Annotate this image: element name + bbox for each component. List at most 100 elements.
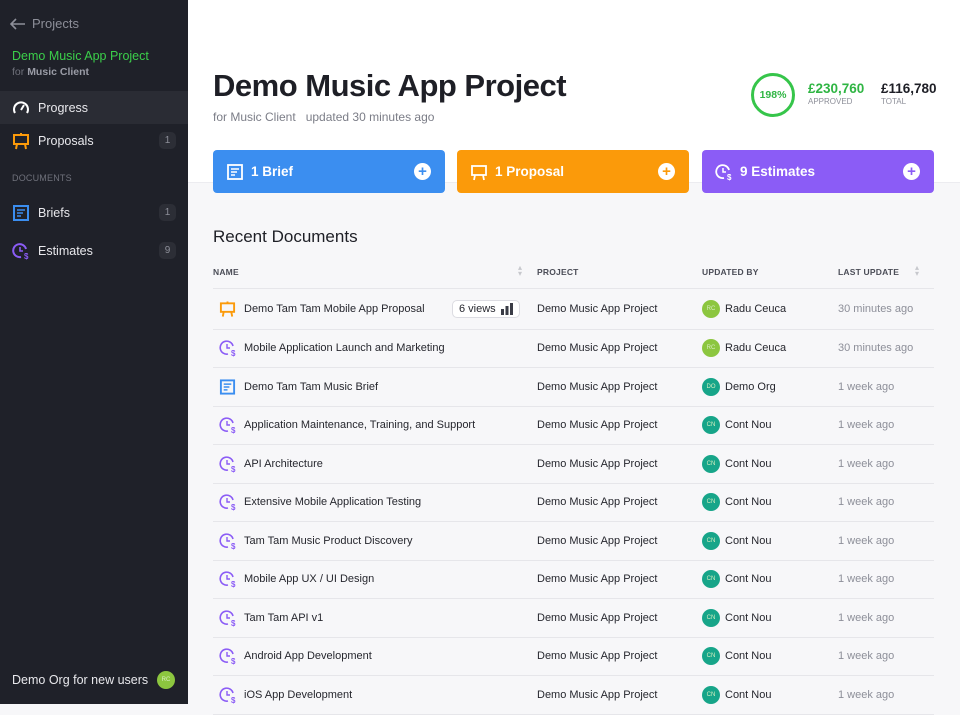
page-subtitle: for Music Client updated 30 minutes ago bbox=[213, 110, 435, 124]
project-name: Demo Music App Project bbox=[537, 419, 658, 432]
estimate-icon: $ bbox=[219, 455, 237, 473]
estimate-icon: $ bbox=[219, 609, 237, 627]
updated-by: Cont Nou bbox=[725, 419, 772, 432]
table-row[interactable]: $ API Architecture Demo Music App Projec… bbox=[213, 445, 934, 484]
project-name: Demo Music App Project bbox=[537, 534, 658, 547]
recent-documents-heading: Recent Documents bbox=[213, 227, 358, 246]
add-brief-button[interactable]: + bbox=[414, 163, 431, 180]
estimate-icon: $ bbox=[219, 416, 237, 434]
estimate-icon: $ bbox=[219, 570, 237, 588]
add-proposal-button[interactable]: + bbox=[658, 163, 675, 180]
views-badge[interactable]: 6 views bbox=[452, 299, 520, 318]
documents-section-label: DOCUMENTS bbox=[12, 173, 72, 183]
document-name[interactable]: API Architecture bbox=[244, 458, 323, 470]
svg-text:$: $ bbox=[231, 696, 236, 704]
svg-text:$: $ bbox=[231, 619, 236, 627]
sort-icon[interactable]: ▴ ▾ bbox=[518, 264, 522, 278]
bar-chart-icon bbox=[500, 302, 513, 315]
project-name: Demo Music App Project bbox=[537, 457, 658, 470]
easel-icon bbox=[12, 132, 30, 150]
document-name[interactable]: Mobile App UX / UI Design bbox=[244, 573, 374, 585]
estimate-icon: $ bbox=[219, 686, 237, 704]
svg-text:$: $ bbox=[231, 349, 236, 357]
last-update: 1 week ago bbox=[838, 573, 895, 586]
back-to-projects-link[interactable]: Projects bbox=[10, 16, 79, 31]
easel-icon bbox=[470, 163, 488, 181]
brief-icon bbox=[226, 163, 244, 181]
table-row[interactable]: $ Mobile Application Launch and Marketin… bbox=[213, 330, 934, 368]
sort-icon[interactable]: ▴ ▾ bbox=[915, 264, 919, 278]
project-name: Demo Music App Project bbox=[537, 688, 658, 701]
add-estimate-button[interactable]: + bbox=[903, 163, 920, 180]
column-name[interactable]: NAME bbox=[213, 267, 239, 277]
last-update: 30 minutes ago bbox=[838, 302, 914, 315]
document-name[interactable]: Extensive Mobile Application Testing bbox=[244, 496, 421, 508]
briefs-card[interactable]: 1 Brief + bbox=[213, 150, 445, 193]
table-row[interactable]: Demo Tam Tam Music Brief Demo Music App … bbox=[213, 368, 934, 407]
estimate-icon: $ bbox=[219, 532, 237, 550]
document-name[interactable]: Android App Development bbox=[244, 650, 372, 662]
document-name[interactable]: Application Maintenance, Training, and S… bbox=[244, 419, 475, 431]
svg-text:$: $ bbox=[231, 580, 236, 588]
table-row[interactable]: $ Extensive Mobile Application Testing D… bbox=[213, 484, 934, 522]
table-row[interactable]: $ Mobile App UX / UI Design Demo Music A… bbox=[213, 561, 934, 599]
table-row[interactable]: $ Tam Tam Music Product Discovery Demo M… bbox=[213, 522, 934, 561]
updated-by: Radu Ceuca bbox=[725, 342, 787, 355]
avatar: CN bbox=[702, 570, 720, 589]
avatar: RC bbox=[702, 299, 720, 318]
svg-text:$: $ bbox=[231, 426, 236, 434]
svg-text:$: $ bbox=[727, 173, 732, 181]
svg-text:$: $ bbox=[231, 657, 236, 665]
estimate-icon: $ bbox=[12, 242, 30, 260]
document-name[interactable]: iOS App Development bbox=[244, 689, 352, 701]
sidebar-item-proposals[interactable]: Proposals 1 bbox=[0, 124, 188, 157]
svg-text:$: $ bbox=[231, 542, 236, 550]
approved-amount: £230,760 bbox=[808, 81, 865, 96]
document-name[interactable]: Mobile Application Launch and Marketing bbox=[244, 342, 445, 354]
estimate-icon: $ bbox=[715, 163, 733, 181]
updated-by: Cont Nou bbox=[725, 457, 772, 470]
last-update: 1 week ago bbox=[838, 688, 895, 701]
estimate-icon: $ bbox=[219, 493, 237, 511]
avatar: CN bbox=[702, 608, 720, 627]
sidebar-item-briefs[interactable]: Briefs 1 bbox=[0, 196, 188, 229]
total-label: TOTAL bbox=[881, 97, 907, 106]
proposals-card[interactable]: 1 Proposal + bbox=[457, 150, 689, 193]
document-name[interactable]: Demo Tam Tam Mobile App Proposal bbox=[244, 303, 425, 315]
table-row[interactable]: $ Tam Tam API v1 Demo Music App Project … bbox=[213, 599, 934, 638]
org-name[interactable]: Demo Org for new users bbox=[12, 673, 148, 687]
project-name: Demo Music App Project bbox=[537, 611, 658, 624]
last-update: 1 week ago bbox=[838, 496, 895, 509]
document-name[interactable]: Tam Tam Music Product Discovery bbox=[244, 535, 413, 547]
project-name: Demo Music App Project bbox=[537, 573, 658, 586]
svg-text:$: $ bbox=[24, 252, 29, 260]
total-amount: £116,780 bbox=[881, 81, 937, 96]
project-name: Demo Music App Project bbox=[537, 380, 658, 393]
sidebar-project-name[interactable]: Demo Music App Project bbox=[12, 49, 149, 63]
sidebar-item-progress[interactable]: Progress bbox=[0, 91, 188, 124]
user-avatar[interactable]: RC bbox=[157, 671, 175, 689]
avatar: CN bbox=[702, 493, 720, 512]
documents-table: Demo Tam Tam Mobile App Proposal 6 views… bbox=[213, 288, 934, 715]
table-row[interactable]: Demo Tam Tam Mobile App Proposal 6 views… bbox=[213, 289, 934, 330]
back-label: Projects bbox=[32, 16, 79, 31]
table-row[interactable]: $ iOS App Development Demo Music App Pro… bbox=[213, 676, 934, 715]
updated-by: Cont Nou bbox=[725, 496, 772, 509]
document-name[interactable]: Tam Tam API v1 bbox=[244, 612, 323, 624]
estimates-card[interactable]: $ 9 Estimates + bbox=[702, 150, 934, 193]
brief-icon bbox=[219, 378, 236, 395]
document-name[interactable]: Demo Tam Tam Music Brief bbox=[244, 381, 378, 393]
project-name: Demo Music App Project bbox=[537, 650, 658, 663]
approval-percent-ring: 198% bbox=[751, 73, 795, 117]
updated-by: Radu Ceuca bbox=[725, 302, 787, 315]
column-last-update[interactable]: LAST UPDATE bbox=[838, 267, 899, 277]
table-row[interactable]: $ Application Maintenance, Training, and… bbox=[213, 407, 934, 445]
briefs-count: 1 bbox=[159, 204, 176, 221]
table-row[interactable]: $ Android App Development Demo Music App… bbox=[213, 638, 934, 676]
last-update: 1 week ago bbox=[838, 419, 895, 432]
sidebar-item-estimates[interactable]: $ Estimates 9 bbox=[0, 234, 188, 267]
arrow-left-icon bbox=[10, 17, 25, 30]
sidebar: Projects Demo Music App Project for Musi… bbox=[0, 0, 188, 704]
gauge-icon bbox=[12, 99, 30, 117]
proposal-icon bbox=[219, 300, 236, 317]
